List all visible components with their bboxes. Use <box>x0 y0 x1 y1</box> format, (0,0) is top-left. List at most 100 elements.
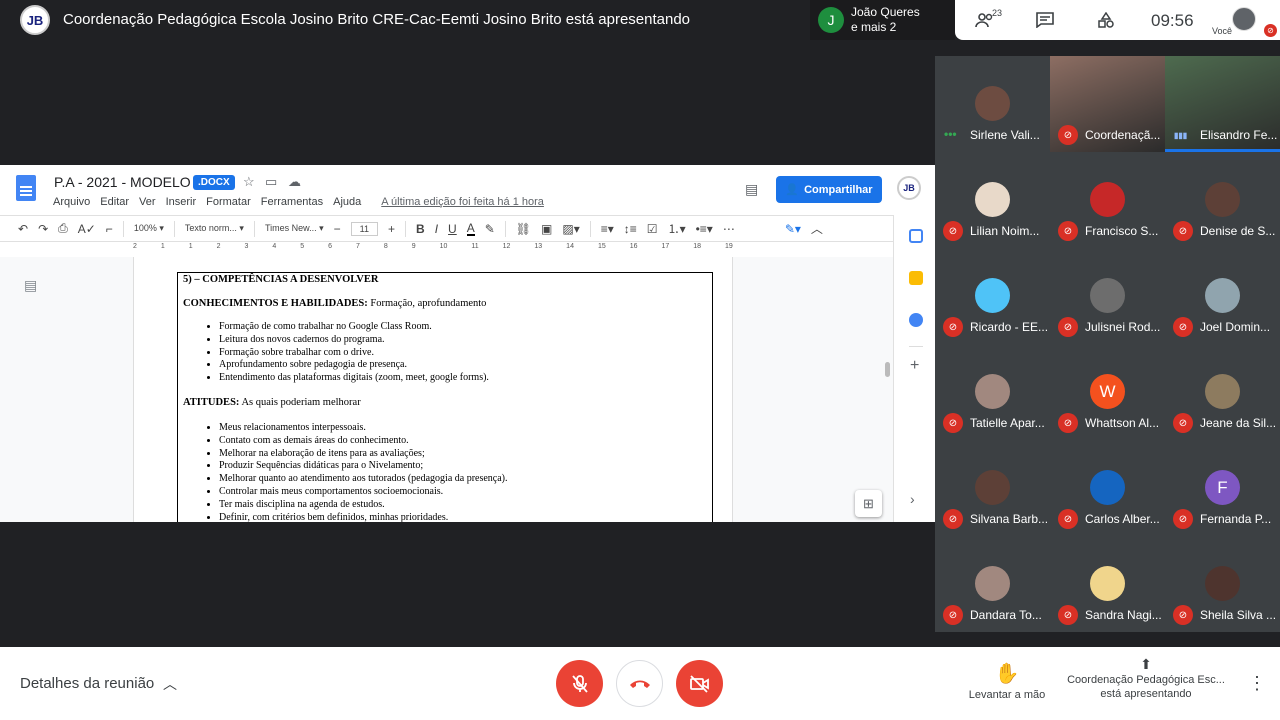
ruler-tick: 10 <box>439 243 448 250</box>
more-options-icon[interactable]: ⋮ <box>1248 673 1266 694</box>
paint-format-icon[interactable]: ⌐ <box>106 222 113 236</box>
mic-off-icon: ⊘ <box>943 221 963 241</box>
participant-tile[interactable]: ⊘ Coordenaçã... <box>1050 56 1165 152</box>
keep-icon[interactable] <box>909 271 923 285</box>
list-item: Ter mais disciplina na agenda de estudos… <box>219 499 707 512</box>
participant-tile[interactable]: ⊘ Julisnei Rod... <box>1050 248 1165 344</box>
share-person-icon: 👤 <box>785 184 800 196</box>
participant-name: Francisco S... <box>1085 224 1159 238</box>
italic-icon[interactable]: I <box>435 222 438 236</box>
participant-tile[interactable]: ⊘ Sheila Silva ... <box>1165 536 1280 632</box>
presenting-line2: está apresentando <box>1100 688 1192 700</box>
menu-editar[interactable]: Editar <box>100 196 129 208</box>
avatar <box>975 86 1010 121</box>
participant-tile[interactable]: ⊘ Tatielle Apar... <box>935 344 1050 440</box>
shared-document: P.A - 2021 - MODELO .DOCX ☆ ▭ ☁ Arquivo … <box>0 165 935 522</box>
bold-icon[interactable]: B <box>416 222 425 236</box>
presenting-button[interactable]: ⬆ Coordenação Pedagógica Esc... está apr… <box>1062 657 1230 701</box>
doc-title[interactable]: P.A - 2021 - MODELO <box>54 174 191 190</box>
list-item: Controlar mais meus comportamentos socio… <box>219 486 707 499</box>
list-item: Produzir Sequências didáticas para o Niv… <box>219 460 707 473</box>
share-button[interactable]: 👤 Compartilhar <box>776 176 882 203</box>
tasks-icon[interactable] <box>909 313 923 327</box>
link-icon[interactable]: ⛓ <box>516 222 531 236</box>
meeting-details-button[interactable]: Detalhes da reunião <box>20 675 154 692</box>
comment-icon[interactable]: ▣ <box>541 222 552 236</box>
menu-ver[interactable]: Ver <box>139 196 156 208</box>
list-item: Melhorar na elaboração de itens para as … <box>219 448 707 461</box>
font-select[interactable]: Times New... ▾ <box>265 223 324 234</box>
participant-tile[interactable]: F ⊘ Fernanda P... <box>1165 440 1280 536</box>
image-icon[interactable]: ▨▾ <box>562 222 579 236</box>
chevron-up-icon[interactable]: ︿ <box>163 674 177 694</box>
participant-tile[interactable]: ⊘ Silvana Barb... <box>935 440 1050 536</box>
add-comment-icon[interactable]: ⊞ <box>855 490 882 517</box>
participant-tile[interactable]: ⊘ Lilian Noim... <box>935 152 1050 248</box>
underline-icon[interactable]: U <box>448 222 457 236</box>
chat-icon[interactable] <box>1033 9 1057 31</box>
presenter-logo: JB <box>20 5 50 35</box>
outline-icon[interactable]: ▤ <box>24 277 37 294</box>
knowledge-label: CONHECIMENTOS E HABILIDADES: <box>183 298 368 309</box>
participant-tile[interactable]: ▮▮▮ Elisandro Fe... <box>1165 56 1280 152</box>
menu-inserir[interactable]: Inserir <box>166 196 197 208</box>
more-icon[interactable]: ⋯ <box>723 222 735 236</box>
line-spacing-icon[interactable]: ↕≡ <box>624 222 637 236</box>
style-select[interactable]: Texto norm... ▾ <box>185 223 244 234</box>
comment-history-icon[interactable]: ▤ <box>745 181 758 198</box>
participant-name: Joel Domin... <box>1200 320 1271 334</box>
avatar <box>1090 566 1125 601</box>
participant-tile[interactable]: ⊘ Sandra Nagi... <box>1050 536 1165 632</box>
participant-tile[interactable]: ⊘ Jeane da Sil... <box>1165 344 1280 440</box>
align-icon[interactable]: ≡▾ <box>601 222 614 236</box>
menu-formatar[interactable]: Formatar <box>206 196 251 208</box>
numbered-list-icon[interactable]: ⒈▾ <box>668 220 686 237</box>
participant-tile[interactable]: ⊘ Denise de S... <box>1165 152 1280 248</box>
mic-off-icon: ⊘ <box>1173 509 1193 529</box>
activities-icon[interactable] <box>1094 9 1118 31</box>
highlight-icon[interactable]: ✎ <box>485 222 495 236</box>
attitudes-heading: ATITUDES: As quais poderiam melhorar <box>183 397 707 408</box>
increase-size-icon[interactable]: + <box>388 222 395 236</box>
mic-off-icon: ⊘ <box>1058 125 1078 145</box>
spellcheck-icon[interactable]: A✓ <box>78 222 96 236</box>
menu-ajuda[interactable]: Ajuda <box>333 196 361 208</box>
ruler-tick: 11 <box>471 243 479 250</box>
calendar-icon[interactable] <box>909 229 923 243</box>
participant-tile[interactable]: ⊘ Dandara To... <box>935 536 1050 632</box>
print-icon[interactable]: ⎙ <box>58 221 68 236</box>
text-color-icon[interactable]: A <box>466 222 475 236</box>
camera-toggle-button[interactable] <box>676 660 723 707</box>
zoom-select[interactable]: 100% ▾ <box>134 223 164 234</box>
list-item: Formação de como trabalhar no Google Cla… <box>219 321 707 334</box>
decrease-size-icon[interactable]: − <box>334 222 341 236</box>
docs-icon[interactable] <box>16 175 36 201</box>
font-size-field[interactable]: 11 <box>350 221 379 236</box>
participant-tile[interactable]: ⊘ Joel Domin... <box>1165 248 1280 344</box>
raise-hand-button[interactable]: ✋ Levantar a mão <box>962 661 1052 701</box>
joined-notification[interactable]: J João Queres e mais 2 <box>810 0 955 40</box>
undo-icon[interactable]: ↶ <box>18 222 28 236</box>
checklist-icon[interactable]: ☑ <box>647 222 658 236</box>
redo-icon[interactable]: ↷ <box>38 222 48 236</box>
participant-tile[interactable]: ⊘ Francisco S... <box>1050 152 1165 248</box>
scrollbar-thumb[interactable] <box>885 362 890 377</box>
expand-panel-icon[interactable]: › <box>910 491 915 507</box>
star-icon[interactable]: ☆ <box>243 174 255 190</box>
leave-call-button[interactable] <box>616 660 663 707</box>
participant-name: Carlos Alber... <box>1085 512 1160 526</box>
editing-mode-icon[interactable]: ✎▾ <box>785 222 801 236</box>
collapse-toolbar-icon[interactable]: ︿ <box>811 220 823 237</box>
last-edit-link[interactable]: A última edição foi feita há 1 hora <box>381 196 544 208</box>
menu-ferramentas[interactable]: Ferramentas <box>261 196 323 208</box>
participant-tile[interactable]: W ⊘ Whattson Al... <box>1050 344 1165 440</box>
participant-tile[interactable]: ⊘ Ricardo - EE... <box>935 248 1050 344</box>
menu-arquivo[interactable]: Arquivo <box>53 196 90 208</box>
move-folder-icon[interactable]: ▭ <box>265 174 277 190</box>
participant-tile[interactable]: ⊘ Carlos Alber... <box>1050 440 1165 536</box>
add-addon-icon[interactable]: + <box>910 357 919 375</box>
bulleted-list-icon[interactable]: •≡▾ <box>696 222 713 236</box>
mic-toggle-button[interactable] <box>556 660 603 707</box>
doc-account-avatar[interactable]: JB <box>897 176 921 200</box>
participant-tile[interactable]: ••• Sirlene Vali... <box>935 56 1050 152</box>
